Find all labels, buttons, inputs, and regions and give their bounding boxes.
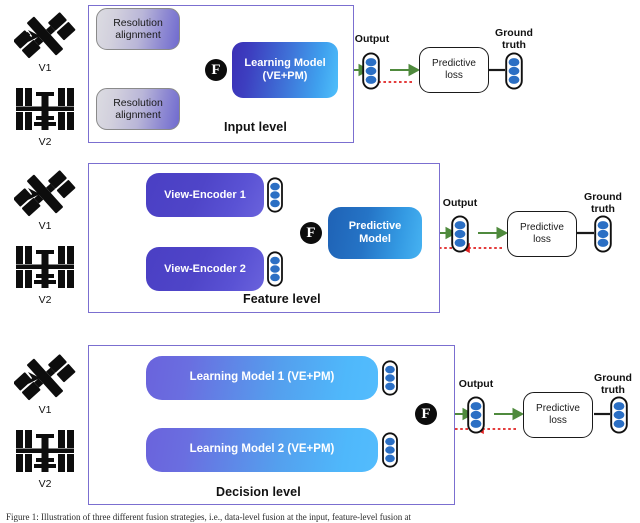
predictive-loss-panel1: Predictive loss: [419, 47, 489, 93]
neuron-stack-glyph: [362, 52, 380, 90]
neuron-stack-glyph: [382, 360, 398, 396]
output-label-panel1: Output: [354, 33, 390, 45]
neuron-stack-glyph: [382, 432, 398, 468]
space-station-glyph: [16, 88, 74, 130]
fusion-symbol-decision-level: F: [415, 403, 437, 425]
feature-neurons-2: [266, 251, 284, 287]
output-label-panel3: Output: [458, 378, 494, 390]
fusion-symbol-input-level: F: [205, 59, 227, 81]
ground-truth-label-panel1: Ground truth: [495, 27, 533, 51]
decision-neurons-2: [381, 432, 399, 468]
output-neurons-panel2: [450, 215, 470, 253]
neuron-stack-glyph: [267, 251, 283, 287]
learning-model-1: Learning Model 1 (VE+PM): [146, 356, 378, 400]
view-label-v2-panel1: V2: [38, 136, 52, 148]
ground-truth-label-panel3: Ground truth: [594, 372, 632, 396]
feature-neurons-1: [266, 177, 284, 213]
space-station-glyph: [16, 246, 74, 288]
ground-truth-neurons-panel1: [504, 52, 524, 90]
resolution-alignment-2: Resolution alignment: [96, 88, 180, 130]
space-station-icon: [14, 240, 76, 296]
view-label-v2-panel2: V2: [38, 294, 52, 306]
satellite-glyph: [14, 170, 76, 217]
view-label-v1-panel2: V1: [38, 220, 52, 232]
satellite-icon: [14, 8, 76, 64]
resolution-alignment-1: Resolution alignment: [96, 8, 180, 50]
learning-model-2: Learning Model 2 (VE+PM): [146, 428, 378, 472]
satellite-icon: [14, 350, 76, 406]
fusion-symbol-feature-level: F: [300, 222, 322, 244]
ground-truth-neurons-panel3: [609, 396, 629, 434]
view-label-v1-panel3: V1: [38, 404, 52, 416]
panel-label-input-level: Input level: [224, 120, 287, 134]
predictive-loss-panel2: Predictive loss: [507, 211, 577, 257]
output-neurons-panel3: [466, 396, 486, 434]
space-station-glyph: [16, 430, 74, 472]
view-encoder-2: View-Encoder 2: [146, 247, 264, 291]
figure-canvas: Input level V1 V2 Resolution alignment R…: [0, 0, 640, 523]
neuron-stack-glyph: [610, 396, 628, 434]
panel-label-decision-level: Decision level: [216, 485, 301, 499]
satellite-glyph: [14, 354, 76, 401]
satellite-glyph: [14, 12, 76, 59]
view-label-v1-panel1: V1: [38, 62, 52, 74]
panel-label-feature-level: Feature level: [243, 292, 321, 306]
view-encoder-1: View-Encoder 1: [146, 173, 264, 217]
space-station-icon: [14, 424, 76, 480]
view-label-v2-panel3: V2: [38, 478, 52, 490]
space-station-icon: [14, 82, 76, 138]
output-neurons-panel1: [361, 52, 381, 90]
satellite-icon: [14, 166, 76, 222]
learning-model-block: Learning Model (VE+PM): [232, 42, 338, 98]
neuron-stack-glyph: [505, 52, 523, 90]
neuron-stack-glyph: [467, 396, 485, 434]
neuron-stack-glyph: [451, 215, 469, 253]
output-label-panel2: Output: [442, 197, 478, 209]
neuron-stack-glyph: [267, 177, 283, 213]
figure-caption: Figure 1: Illustration of three differen…: [6, 512, 411, 522]
ground-truth-label-panel2: Ground truth: [584, 191, 622, 215]
predictive-model-block: Predictive Model: [328, 207, 422, 259]
predictive-loss-panel3: Predictive loss: [523, 392, 593, 438]
neuron-stack-glyph: [594, 215, 612, 253]
decision-neurons-1: [381, 360, 399, 396]
ground-truth-neurons-panel2: [593, 215, 613, 253]
